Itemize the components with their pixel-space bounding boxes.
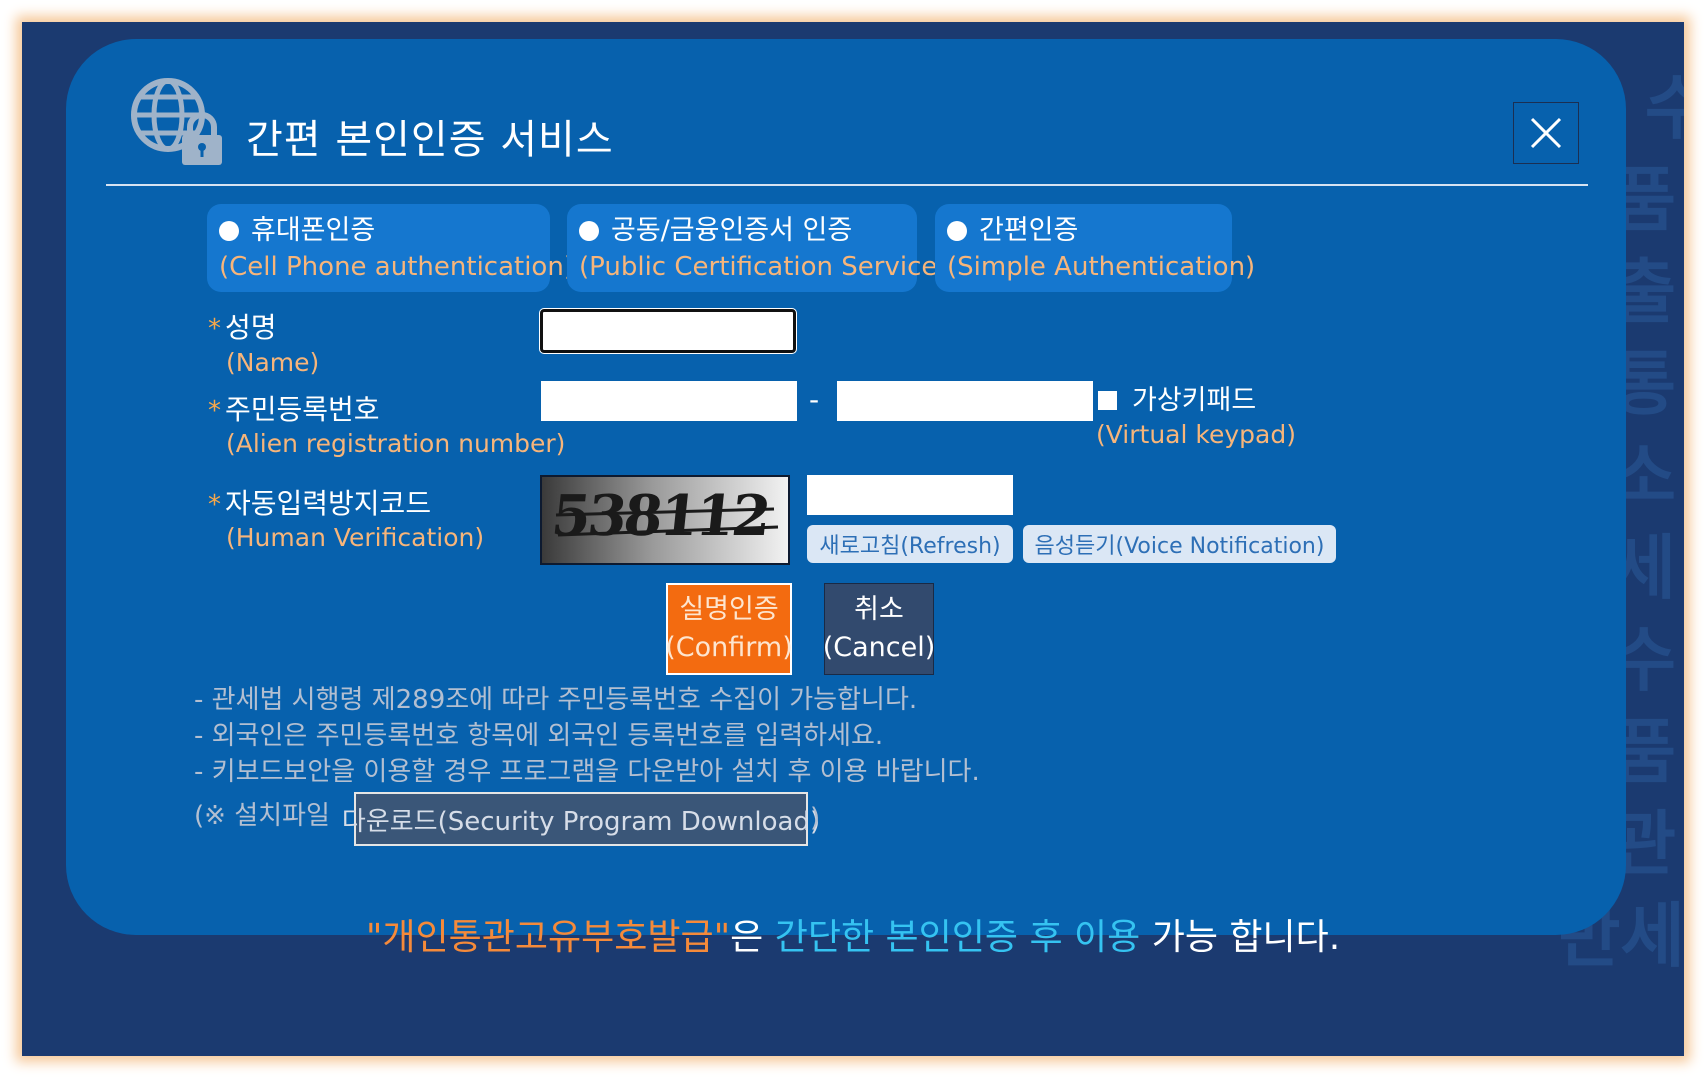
notice-text: - 외국인은 주민등록번호 항목에 외국인 등록번호를 입력하세요. — [194, 721, 884, 751]
page-frame: 민 수 품 출 통 소 세 수 품 관 반세 간편 본인인증 서비스 — [22, 22, 1684, 1056]
install-suffix: ) — [810, 803, 821, 833]
captcha-input[interactable] — [807, 475, 1013, 515]
required-mark: * — [208, 396, 221, 426]
tab-label: 공동/금융인증서 인증 — [611, 215, 853, 246]
globe-lock-icon — [131, 78, 222, 165]
captcha-noise-lines — [555, 507, 779, 537]
close-icon — [1530, 117, 1562, 149]
modal-title: 간편 본인인증 서비스 — [246, 117, 614, 163]
name-sub-label: (Name) — [226, 348, 320, 377]
name-input[interactable] — [539, 308, 797, 354]
alien-sub-label: (Alien registration number) — [226, 429, 566, 458]
radio-simple-auth[interactable] — [947, 221, 967, 241]
tab-simple-auth[interactable]: 간편인증 (Simple Authentication) — [935, 204, 1256, 292]
close-button[interactable] — [1513, 102, 1579, 164]
captcha-image: 538112 — [540, 475, 790, 565]
voice-notification-button[interactable]: 음성듣기(Voice Notification) — [1023, 525, 1336, 563]
alien-label: * 주민등록번호 — [208, 393, 380, 426]
alien-separator: - — [809, 383, 820, 416]
required-mark: * — [208, 490, 221, 520]
auth-modal: 간편 본인인증 서비스 휴대폰인증 (Cell Phone authentica… — [66, 39, 1626, 935]
install-prefix: (※ 설치파일 — [194, 801, 330, 831]
tab-certificate[interactable]: 공동/금융인증서 인증 (Public Certification Servic… — [567, 204, 948, 292]
alien-number-front-input[interactable] — [541, 381, 797, 421]
footer-message: "개인통관고유부호발급"은 간단한 본인인증 후 이용 가능 합니다. — [365, 917, 1341, 958]
notice-text: - 키보드보안을 이용할 경우 프로그램을 다운받아 설치 후 이용 바랍니다. — [194, 757, 980, 787]
virtual-keypad-sub-label: (Virtual keypad) — [1096, 420, 1296, 449]
tab-label: 간편인증 — [979, 215, 1079, 246]
virtual-keypad-label: 가상키패드 — [1132, 385, 1257, 416]
cancel-button[interactable]: 취소 (Cancel) — [823, 583, 935, 675]
name-label: * 성명 — [208, 311, 277, 344]
notice-text: - 관세법 시행령 제289조에 따라 주민등록번호 수집이 가능합니다. — [194, 685, 918, 715]
virtual-keypad-checkbox[interactable] — [1098, 391, 1117, 410]
radio-cell-phone[interactable] — [219, 221, 239, 241]
download-button[interactable]: 다운로드(Security Program Download) — [342, 792, 820, 846]
footer-highlight: "개인통관고유부호발급" — [365, 917, 731, 958]
radio-certificate[interactable] — [579, 221, 599, 241]
tab-sub-label: (Cell Phone authentication) — [219, 252, 574, 282]
captcha-sub-label: (Human Verification) — [226, 523, 485, 552]
footer-emphasis: 간단한 본인인증 후 이용 — [774, 917, 1141, 958]
tab-label: 휴대폰인증 — [251, 215, 376, 246]
required-mark: * — [208, 314, 221, 344]
tab-sub-label: (Public Certification Service) — [579, 252, 948, 282]
tab-sub-label: (Simple Authentication) — [947, 252, 1256, 282]
confirm-button[interactable]: 실명인증 (Confirm) — [665, 583, 793, 675]
title-divider — [106, 184, 1588, 186]
tab-cell-phone[interactable]: 휴대폰인증 (Cell Phone authentication) — [207, 204, 574, 292]
refresh-button[interactable]: 새로고침(Refresh) — [807, 525, 1013, 563]
alien-number-back-input[interactable] — [837, 381, 1093, 421]
captcha-label: * 자동입력방지코드 — [208, 487, 432, 520]
